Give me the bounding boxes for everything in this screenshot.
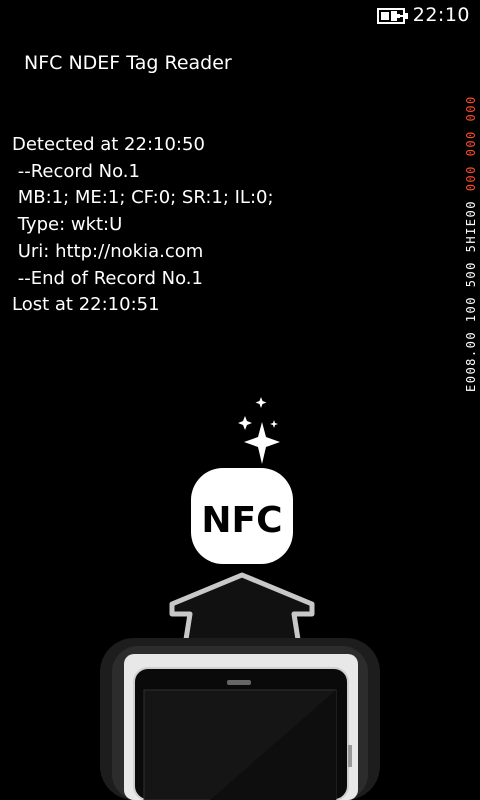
debug-counter-group: 000 xyxy=(464,95,478,130)
log-line: --Record No.1 xyxy=(12,160,140,182)
debug-counter-group: 500 xyxy=(464,261,478,296)
nfc-illustration: NFC xyxy=(100,397,380,800)
debug-counter-group: 100 xyxy=(464,296,478,331)
debug-counter-group: E008.00 xyxy=(464,331,478,392)
battery-charging-icon xyxy=(377,8,408,24)
status-bar: 22:10 xyxy=(0,0,480,32)
debug-counter-group: 000 xyxy=(464,165,478,200)
log-line: Lost at 22:10:51 xyxy=(12,294,160,316)
nfc-badge: NFC xyxy=(191,468,293,564)
sparkles-icon xyxy=(238,397,280,464)
log-line: MB:1; ME:1; CF:0; SR:1; IL:0; xyxy=(12,187,274,209)
status-clock: 22:10 xyxy=(412,4,470,26)
log-line: --End of Record No.1 xyxy=(12,267,203,289)
page-title: NFC NDEF Tag Reader xyxy=(24,52,232,74)
debug-counter-group: 5HIE00 xyxy=(464,200,478,261)
debug-counter-group: 000 xyxy=(464,130,478,165)
log-line: Detected at 22:10:50 xyxy=(12,134,205,155)
log-line: Uri: http://nokia.com xyxy=(12,240,204,262)
nfc-log: Detected at 22:10:50 --Record No.1 MB:1;… xyxy=(12,132,274,319)
debug-counter-text: E008.00 100 500 5HIE00 000 000 000 xyxy=(464,95,478,392)
phone-icon xyxy=(100,638,380,800)
debug-counters: E008.00 100 500 5HIE00 000 000 000 xyxy=(464,95,478,392)
log-line: Type: wkt:U xyxy=(12,214,123,236)
nfc-badge-text: NFC xyxy=(201,500,282,541)
